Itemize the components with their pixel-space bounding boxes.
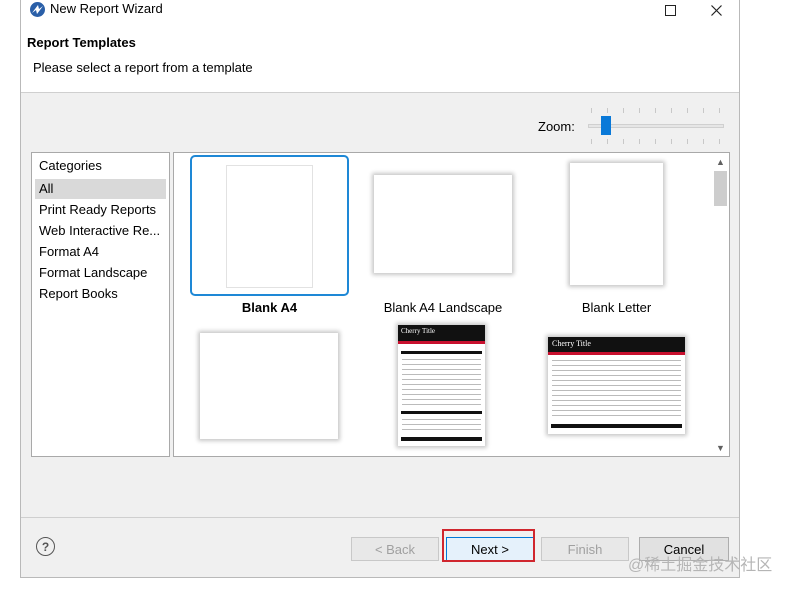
category-item-format-a4[interactable]: Format A4 <box>35 242 166 262</box>
template-thumbnail <box>374 175 512 273</box>
scroll-down-arrow-icon[interactable]: ▼ <box>712 439 729 456</box>
scroll-up-arrow-icon[interactable]: ▲ <box>712 153 729 170</box>
cherry-section-bar <box>401 351 482 354</box>
slider-tick <box>671 108 672 113</box>
slider-tick <box>655 108 656 113</box>
zoom-slider[interactable] <box>588 107 724 145</box>
slider-tick <box>623 108 624 113</box>
cherry-row <box>402 399 481 400</box>
categories-header: Categories <box>39 158 102 173</box>
cherry-row <box>552 375 681 376</box>
cherry-row <box>402 424 481 425</box>
slider-tick <box>607 139 608 144</box>
cherry-row <box>402 404 481 405</box>
category-item-report-books[interactable]: Report Books <box>35 284 166 304</box>
cherry-footer-bar <box>551 424 682 428</box>
category-item-format-landscape[interactable]: Format Landscape <box>35 263 166 283</box>
maximize-button[interactable] <box>647 0 693 20</box>
slider-tick <box>671 139 672 144</box>
cherry-section-bar <box>401 411 482 414</box>
categories-list: Categories All Print Ready Reports Web I… <box>31 152 170 457</box>
slider-tick <box>703 139 704 144</box>
cherry-row <box>402 374 481 375</box>
close-icon <box>710 4 722 16</box>
category-item-web-interactive[interactable]: Web Interactive Re... <box>35 221 166 241</box>
cherry-row <box>552 385 681 386</box>
slider-tick <box>623 139 624 144</box>
wizard-header: Report Templates Please select a report … <box>21 20 739 93</box>
slider-tick <box>687 139 688 144</box>
title-bar[interactable]: New Report Wizard <box>21 0 739 20</box>
scrollbar-thumb[interactable] <box>714 171 727 206</box>
slider-thumb[interactable] <box>600 116 611 135</box>
cherry-row <box>552 390 681 391</box>
cherry-red-band <box>398 341 485 344</box>
cherry-row <box>402 419 481 420</box>
cherry-row <box>402 379 481 380</box>
cherry-row <box>552 370 681 371</box>
template-label: Blank A4 Landscape <box>383 300 503 315</box>
cherry-row <box>402 364 481 365</box>
slider-tick <box>703 108 704 113</box>
zoom-label: Zoom: <box>538 119 575 134</box>
slider-tick <box>655 139 656 144</box>
template-gallery: Blank A4 Blank A4 Landscape Blank Letter… <box>173 152 730 457</box>
slider-tick <box>719 139 720 144</box>
template-thumbnail: Cherry Title <box>548 337 685 434</box>
template-label: Blank Letter <box>581 300 652 315</box>
slider-tick <box>687 108 688 113</box>
slider-tick <box>607 108 608 113</box>
cherry-row <box>402 389 481 390</box>
slider-tick <box>639 139 640 144</box>
cherry-row <box>402 429 481 430</box>
template-thumbnail <box>570 163 663 285</box>
page-description: Please select a report from a template <box>33 60 253 75</box>
cherry-title-banner: Cherry Title <box>548 337 685 352</box>
window-title: New Report Wizard <box>50 1 163 16</box>
cherry-row <box>402 384 481 385</box>
cherry-row <box>552 400 681 401</box>
cherry-row <box>552 365 681 366</box>
slider-tick <box>719 108 720 113</box>
finish-button[interactable]: Finish <box>541 537 629 561</box>
category-item-all[interactable]: All <box>35 179 166 199</box>
slider-tick <box>591 108 592 113</box>
back-button[interactable]: < Back <box>351 537 439 561</box>
cherry-row <box>552 410 681 411</box>
template-thumbnail <box>226 165 313 288</box>
template-thumbnail: Cherry Title <box>398 325 485 446</box>
maximize-icon <box>664 4 676 16</box>
template-label: Blank A4 <box>241 300 298 315</box>
cherry-row <box>552 395 681 396</box>
slider-tick <box>591 139 592 144</box>
cherry-row <box>402 359 481 360</box>
cherry-row <box>552 415 681 416</box>
button-bar-divider <box>21 517 739 518</box>
wizard-window: New Report Wizard Report Templates Pleas… <box>20 0 740 578</box>
next-button-highlight <box>442 529 535 562</box>
gallery-scrollbar[interactable]: ▲ ▼ <box>712 153 729 456</box>
help-button[interactable]: ? <box>36 537 55 556</box>
watermark: @稀土掘金技术社区 <box>628 557 773 574</box>
help-icon: ? <box>41 539 50 554</box>
eclipse-app-icon <box>30 2 45 17</box>
slider-tick <box>639 108 640 113</box>
cherry-row <box>402 369 481 370</box>
cherry-footer-bar <box>401 437 482 441</box>
cherry-row <box>552 405 681 406</box>
category-item-print-ready[interactable]: Print Ready Reports <box>35 200 166 220</box>
template-thumbnail <box>200 333 338 439</box>
close-window-button[interactable] <box>693 0 739 20</box>
cherry-row <box>552 380 681 381</box>
page-title: Report Templates <box>27 35 136 50</box>
cherry-title-banner: Cherry Title <box>398 325 485 341</box>
cherry-row <box>402 394 481 395</box>
cherry-red-band <box>548 352 685 355</box>
cherry-row <box>552 360 681 361</box>
